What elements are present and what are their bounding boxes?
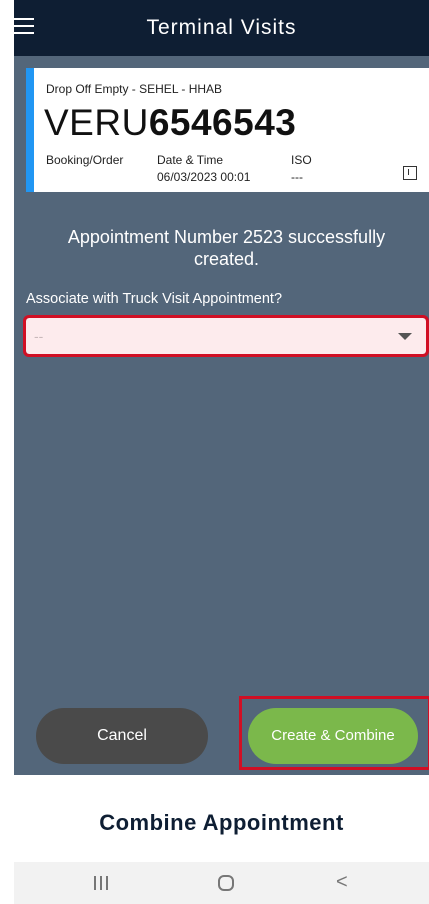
visit-card[interactable]: Drop Off Empty - SEHEL - HHAB VERU654654… (26, 68, 429, 192)
associate-label: Associate with Truck Visit Appointment? (26, 291, 283, 307)
datetime-label: Date & Time (157, 153, 224, 167)
sheet-title: Combine Appointment (99, 810, 344, 835)
truck-visit-select[interactable]: -- (23, 315, 429, 357)
back-icon[interactable]: < (336, 872, 348, 892)
top-app-bar: Terminal Visits (14, 0, 429, 56)
container-prefix: VERU (44, 102, 149, 143)
visit-type-line: Drop Off Empty - SEHEL - HHAB (46, 82, 223, 96)
container-number: 6546543 (148, 102, 297, 143)
cancel-button[interactable]: Cancel (36, 708, 208, 764)
system-nav-bar: < (14, 862, 429, 904)
app-screen: Terminal Visits Drop Off Empty - SEHEL -… (14, 0, 429, 904)
iso-label: ISO (291, 153, 312, 167)
container-id: VERU6546543 (44, 102, 296, 144)
success-message: Appointment Number 2523 successfully cre… (67, 227, 386, 269)
export-icon[interactable] (403, 166, 417, 180)
datetime-value: 06/03/2023 00:01 (157, 170, 251, 184)
select-value: -- (34, 328, 44, 344)
create-combine-button[interactable]: Create & Combine (248, 708, 418, 764)
dropdown-arrow-icon (398, 333, 412, 340)
recents-icon[interactable] (94, 876, 110, 890)
home-icon[interactable] (218, 875, 234, 891)
iso-value: --- (291, 170, 303, 184)
page-title: Terminal Visits (146, 16, 297, 39)
booking-label: Booking/Order (46, 153, 124, 167)
